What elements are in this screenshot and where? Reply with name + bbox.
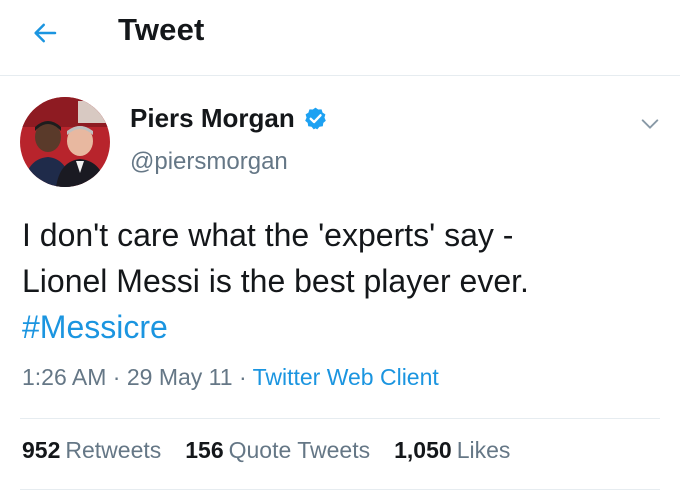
chevron-down-icon — [641, 119, 659, 129]
author-display-name[interactable]: Piers Morgan — [130, 103, 295, 134]
hashtag-link[interactable]: #Messicre — [22, 304, 662, 350]
tweet-body: I don't care what the 'experts' say - Li… — [22, 212, 662, 350]
tweet-time[interactable]: 1:26 AM — [22, 364, 106, 390]
retweets-label: Retweets — [65, 437, 162, 463]
author-name-row[interactable]: Piers Morgan — [130, 103, 328, 134]
avatar-image — [20, 97, 110, 187]
meta-separator: · — [238, 364, 247, 390]
more-options-button[interactable] — [636, 110, 664, 138]
quote-tweets-count: 156 — [185, 437, 224, 463]
quote-tweets-stat[interactable]: 156 Quote Tweets — [185, 437, 370, 464]
tweet-date[interactable]: 29 May 11 — [127, 364, 233, 390]
tweet-page: Tweet Piers Morgan @piersmorgan I don't … — [0, 0, 680, 496]
page-title: Tweet — [118, 12, 205, 47]
tweet-stats: 952 Retweets 156 Quote Tweets 1,050 Likes — [22, 437, 534, 464]
likes-label: Likes — [456, 437, 511, 463]
tweet-source-link[interactable]: Twitter Web Client — [253, 364, 439, 390]
tweet-text-line: Lionel Messi is the best player ever. — [22, 263, 529, 299]
header: Tweet — [0, 0, 680, 76]
quote-tweets-label: Quote Tweets — [228, 437, 371, 463]
tweet-metadata: 1:26 AM · 29 May 11 · Twitter Web Client — [22, 364, 439, 391]
likes-stat[interactable]: 1,050 Likes — [394, 437, 510, 464]
retweets-count: 952 — [22, 437, 61, 463]
divider — [20, 418, 660, 419]
author-handle[interactable]: @piersmorgan — [130, 148, 288, 176]
verified-badge-icon — [303, 106, 328, 131]
meta-separator: · — [112, 364, 121, 390]
back-button[interactable] — [26, 14, 64, 52]
avatar[interactable] — [20, 97, 110, 187]
tweet-text-line: I don't care what the 'experts' say - — [22, 217, 514, 253]
retweets-stat[interactable]: 952 Retweets — [22, 437, 161, 464]
arrow-left-icon — [34, 23, 57, 43]
likes-count: 1,050 — [394, 437, 452, 463]
divider — [20, 489, 660, 490]
